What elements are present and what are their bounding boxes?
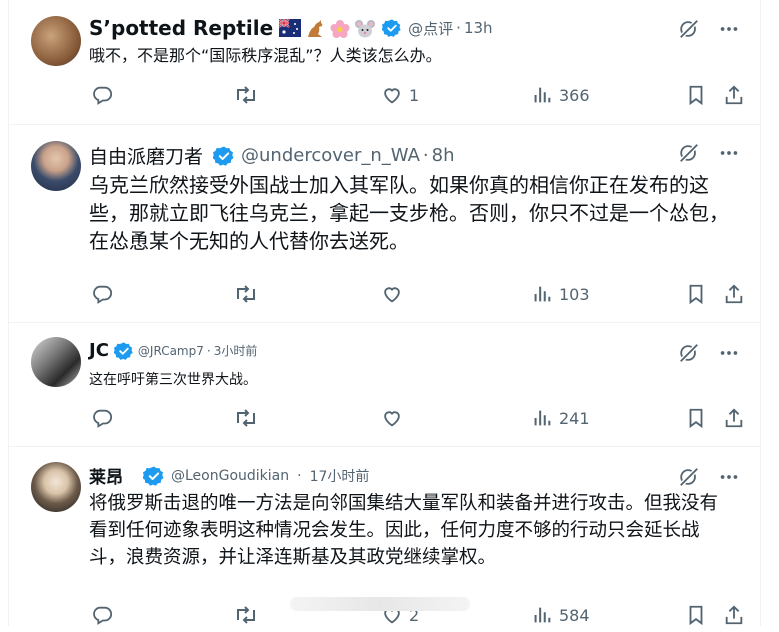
verified-badge-icon xyxy=(213,145,235,167)
grok-icon[interactable] xyxy=(678,342,700,364)
views-button[interactable]: 241 xyxy=(531,407,590,429)
timestamp[interactable]: 8h xyxy=(432,145,455,166)
more-options-icon[interactable] xyxy=(718,466,740,488)
views-count: 584 xyxy=(559,605,590,625)
timestamp[interactable]: 17小时前 xyxy=(310,466,370,486)
avatar[interactable] xyxy=(31,16,81,66)
share-button[interactable] xyxy=(723,84,745,106)
user-handle[interactable]: @JRCamp7 xyxy=(138,344,204,358)
views-button[interactable]: 103 xyxy=(531,283,590,305)
bookmark-button[interactable] xyxy=(685,283,707,305)
like-button[interactable]: 1 xyxy=(381,84,419,106)
reply-button[interactable] xyxy=(91,407,119,429)
timestamp[interactable]: 3小时前 xyxy=(214,342,258,359)
tweet-text: 这在呼吁第三次世界大战。 xyxy=(89,372,257,388)
cherry-blossom-icon xyxy=(329,19,351,38)
user-handle[interactable]: @LeonGoudikian xyxy=(171,468,289,484)
avatar[interactable] xyxy=(31,337,81,387)
views-button[interactable]: 366 xyxy=(531,84,590,106)
like-button[interactable] xyxy=(381,283,409,305)
reply-button[interactable] xyxy=(91,84,119,106)
avatar[interactable] xyxy=(31,141,81,191)
like-button[interactable] xyxy=(381,407,409,429)
more-options-icon[interactable] xyxy=(718,142,740,164)
more-options-icon[interactable] xyxy=(718,342,740,364)
share-button[interactable] xyxy=(723,283,745,305)
user-handle[interactable]: @点评 xyxy=(408,18,453,39)
views-button[interactable]: 584 xyxy=(531,604,590,626)
separator-dot: · xyxy=(456,19,461,37)
repost-button[interactable] xyxy=(233,604,265,626)
tweet-card[interactable]: S’potted Reptile @点评 · 13h 哦不，不是那个“国际秩序混… xyxy=(9,0,760,125)
grok-icon[interactable] xyxy=(678,466,700,488)
grok-icon[interactable] xyxy=(678,18,700,40)
reply-button[interactable] xyxy=(91,283,119,305)
display-name[interactable]: 自由派磨刀者 xyxy=(89,142,203,169)
separator-dot: · xyxy=(422,145,429,166)
tweet-text: 乌克兰欣然接受外国战士加入其军队。如果你真的相信你正在发布的这些，那就立即飞往乌… xyxy=(89,173,729,253)
reply-feed: S’potted Reptile @点评 · 13h 哦不，不是那个“国际秩序混… xyxy=(8,0,761,626)
avatar[interactable] xyxy=(31,462,81,512)
separator-dot: · xyxy=(297,467,302,484)
repost-button[interactable] xyxy=(233,407,265,429)
views-count: 366 xyxy=(559,85,590,105)
bookmark-button[interactable] xyxy=(685,84,707,106)
display-name[interactable]: 莱昂 xyxy=(89,463,123,488)
mouse-icon xyxy=(354,19,376,38)
display-name[interactable]: S’potted Reptile xyxy=(89,16,273,40)
views-count: 103 xyxy=(559,284,590,304)
tweet-text: 将俄罗斯击退的唯一方法是向邻国集结大量军队和装备并进行攻击。但我没有看到任何迹象… xyxy=(89,493,719,568)
repost-button[interactable] xyxy=(233,84,265,106)
views-count: 241 xyxy=(559,408,590,428)
verified-badge-icon xyxy=(113,341,134,361)
timestamp[interactable]: 13h xyxy=(464,19,493,37)
tweet-card[interactable]: JC @JRCamp7 · 3小时前 这在呼吁第三次世界大战。 241 xyxy=(9,322,760,447)
verified-badge-icon xyxy=(143,465,165,487)
australia-flag-icon xyxy=(279,19,302,37)
grok-icon[interactable] xyxy=(678,142,700,164)
tweet-text: 哦不，不是那个“国际秩序混乱”？人类该怎么办。 xyxy=(89,46,442,65)
more-options-icon[interactable] xyxy=(718,18,740,40)
user-handle[interactable]: @undercover_n_WA xyxy=(241,145,420,166)
separator-dot: · xyxy=(206,343,211,358)
reply-button[interactable] xyxy=(91,604,119,626)
verified-badge-icon xyxy=(382,18,402,38)
display-name[interactable]: JC xyxy=(89,340,109,361)
tweet-card[interactable]: 自由派磨刀者 @undercover_n_WA · 8h 乌克兰欣然接受外国战士… xyxy=(9,124,760,323)
share-button[interactable] xyxy=(723,604,745,626)
bookmark-button[interactable] xyxy=(685,407,707,429)
share-button[interactable] xyxy=(723,407,745,429)
bookmark-button[interactable] xyxy=(685,604,707,626)
kangaroo-icon xyxy=(304,19,326,37)
watermark-overlay xyxy=(290,597,470,611)
like-count: 1 xyxy=(409,85,420,105)
repost-button[interactable] xyxy=(233,283,265,305)
